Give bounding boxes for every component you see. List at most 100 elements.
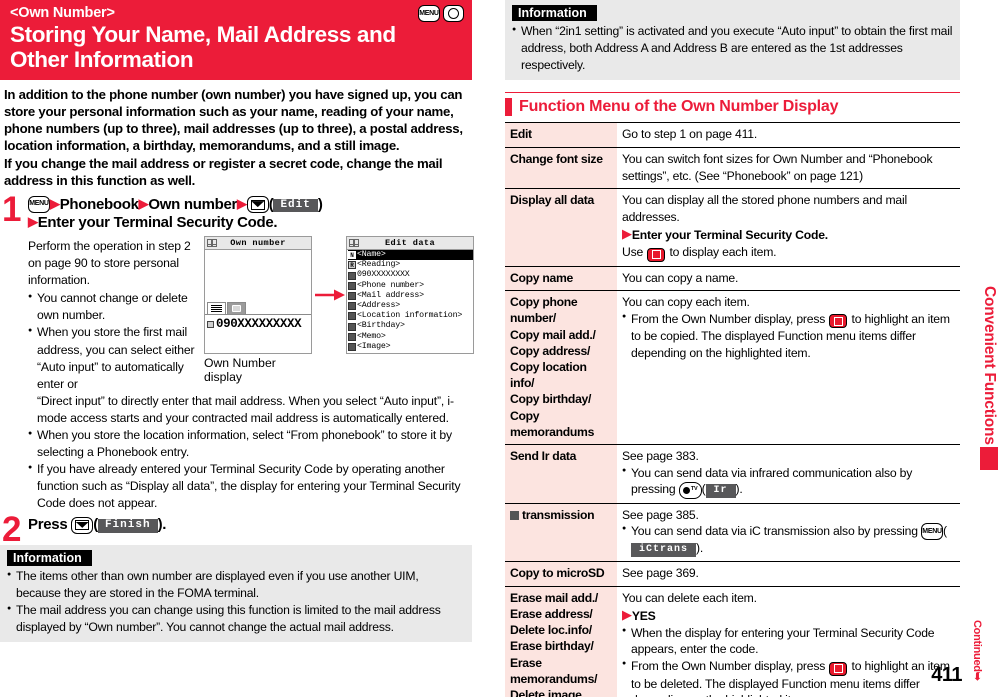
step-1-number: 1 [2, 189, 22, 229]
arrow-icon: ▶ [28, 214, 38, 230]
list-item-icon [348, 342, 356, 351]
table-row: transmissionSee page 385.You can send da… [505, 503, 960, 563]
step-2: 2 Press (Finish). [0, 512, 472, 547]
screen-1-group: Own number 090XXXXXXXXX Own Number displ… [204, 236, 313, 384]
table-row: Change font size You can switch font size… [505, 147, 960, 190]
step-2-heading: Press (Finish). [28, 516, 167, 534]
info-left-bullet-2: The mail address you can change using th… [7, 602, 465, 636]
function-menu-item-label: Copy name [505, 266, 617, 292]
function-menu-item-description: See page 385.You can send data via iC tr… [617, 503, 960, 563]
manual-page: <Own Number> Storing Your Name, Mail Add… [0, 0, 1004, 697]
list-item-icon [348, 322, 356, 331]
screen-1-tabs [207, 302, 246, 315]
step-2-number: 2 [2, 510, 22, 550]
step-1-target-own-number: Own number [148, 195, 238, 213]
list-lines-icon [211, 305, 222, 313]
description-text: Go to step 1 on page 411. [622, 127, 758, 142]
description-text: You can copy a name. [622, 270, 739, 285]
list-item-icon [348, 281, 356, 290]
function-menu-item-label: Change font size [505, 147, 617, 190]
description-action: ▶YES [622, 607, 656, 624]
book-icon [349, 239, 359, 248]
continued-marker: Continued➥ [971, 620, 983, 681]
list-item-label: <Image> [357, 341, 391, 351]
list-item-label: <Location information> [357, 311, 463, 321]
information-tag: Information [7, 550, 92, 567]
list-item-label: <Memo> [357, 331, 386, 341]
step-1: 1 MENU▶Phonebook▶Own number▶(Edit) ▶Ente… [0, 192, 474, 513]
right-column: Information When “2in1 setting” is activ… [505, 0, 960, 697]
list-item-label: 090XXXXXXXX [357, 270, 410, 280]
menu-key-icon: MENU [418, 5, 440, 22]
screen-2-list-item: <Phone number> [348, 281, 473, 291]
softkey-badge: Ir [705, 484, 736, 498]
step-1-bullet-1: You cannot change or delete own number. [28, 290, 198, 324]
description-text: See page 383. [622, 449, 699, 464]
function-menu-item-description: You can switch font sizes for Own Number… [617, 147, 960, 190]
page-title: Storing Your Name, Mail Address and Othe… [10, 22, 462, 72]
header-subtitle: <Own Number> [10, 5, 115, 21]
camera-icon [232, 305, 241, 313]
screen-1-title: Own number [205, 237, 311, 251]
screen-2-list-item: <Memo> [348, 332, 473, 342]
phone-screen-edit-data: Edit data N <Name> R <Reading> 090XXXXXXXX <P… [346, 236, 474, 355]
softkey-finish-badge: Finish [97, 519, 158, 534]
information-tag: Information [512, 5, 597, 21]
information-box-left: Information The items other than own num… [0, 545, 472, 643]
list-item-icon [348, 291, 356, 300]
function-menu-item-description: You can delete each item. ▶YESWhen the di… [617, 586, 960, 697]
description-bullet: From the Own Number display, press to hi… [622, 658, 955, 697]
screen-1-title-text: Own number [230, 238, 286, 249]
list-item-label: <Birthday> [357, 321, 405, 331]
intro-text: In addition to the phone number (own num… [0, 80, 472, 188]
screen-1-caption: Own Number display [204, 356, 276, 385]
function-menu-item-label: Edit [505, 122, 617, 149]
menu-key-icon: MENU [921, 523, 944, 541]
phone-icon [207, 320, 214, 328]
camera-key-icon: TV [678, 481, 702, 499]
arrow-icon: ▶ [622, 226, 632, 242]
flow-arrow [313, 236, 346, 354]
screen-1-number-row: 090XXXXXXXXX [205, 314, 311, 331]
step-1-left-text: Perform the operation in step 2 on page … [28, 238, 198, 393]
description-text: You can switch font sizes for Own Number… [622, 152, 933, 183]
navigation-key-icon [829, 661, 848, 676]
step-2-suffix: ). [157, 516, 167, 534]
list-item-icon [348, 332, 356, 341]
list-item-icon [348, 312, 356, 321]
function-menu-item-description: You can display all the stored phone num… [617, 188, 960, 267]
arrow-icon: ▶ [138, 195, 149, 211]
table-row: Copy phone number/Copy mail add./Copy ad… [505, 290, 960, 446]
arrow-icon: ▶ [622, 607, 632, 623]
table-row: Copy to microSD See page 369. [505, 561, 960, 587]
list-item-label: <Address> [357, 301, 401, 311]
description-text: See page 385. [622, 507, 699, 522]
right-arrow-icon [314, 289, 345, 301]
screen-2-group: Edit data N <Name> R <Reading> 090XXXXXXXX <P… [346, 236, 474, 355]
page-title-line2: Other Information [10, 47, 194, 73]
page-number: 411 [931, 664, 962, 686]
information-box-right: Information When “2in1 setting” is activ… [505, 0, 960, 81]
screen-2-list-item: <Image> [348, 342, 473, 352]
list-item-label: <Name> [357, 250, 386, 260]
intro-paragraph-2: If you change the mail address or regist… [4, 155, 443, 188]
description-bullet: When the display for entering your Termi… [622, 625, 955, 658]
arrow-icon: ▶ [237, 195, 247, 211]
navigation-key-icon [829, 314, 848, 329]
list-item-icon [348, 271, 356, 280]
circle-key-icon [443, 5, 464, 22]
function-menu-item-label: Copy to microSD [505, 561, 617, 587]
section-heading-text: Function Menu of the Own Number Display [519, 98, 839, 116]
screen-2-list-item: N <Name> [348, 250, 473, 261]
sidebar-chapter-label: Convenient Functions [981, 286, 998, 445]
continued-label: Continued [971, 620, 983, 673]
function-menu-table: Edit Go to step 1 on page 411. Change font… [505, 122, 960, 697]
step-1-body: Own number 090XXXXXXXXX Own Number displ… [28, 236, 474, 512]
sidebar-chapter-tab: Convenient Functions [980, 286, 998, 470]
step-1-target-phonebook: Phonebook [59, 195, 139, 213]
step-1-heading: MENU▶Phonebook▶Own number▶(Edit) ▶Enter … [28, 195, 323, 232]
header-key-icons: MENU [418, 5, 464, 22]
phone-screenshots: Own number 090XXXXXXXXX Own Number displ… [204, 236, 474, 384]
table-row: Edit Go to step 1 on page 411. [505, 122, 960, 149]
function-menu-item-description: You can copy each item.From the Own Numb… [617, 290, 960, 446]
